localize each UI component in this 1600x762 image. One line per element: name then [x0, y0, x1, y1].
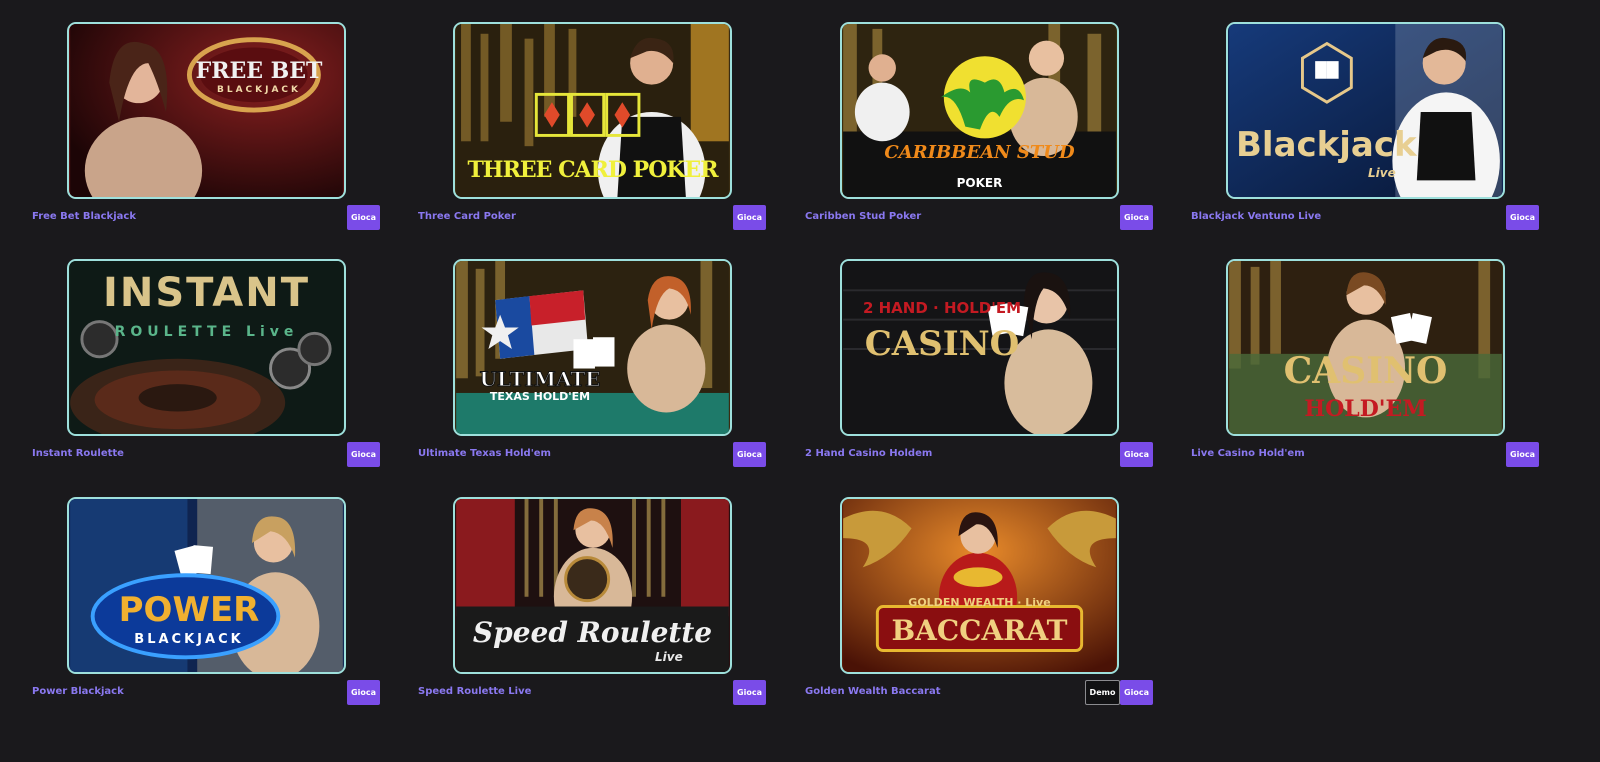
- play-button[interactable]: Gioca: [1120, 205, 1153, 230]
- game-thumbnail[interactable]: CASINO HOLD'EM: [1226, 259, 1505, 436]
- thumbnail-logo-sub: Live: [655, 650, 683, 664]
- game-title[interactable]: Three Card Poker: [418, 211, 516, 222]
- thumbnail-logo-sub: Live: [1368, 166, 1396, 180]
- play-button[interactable]: Gioca: [1120, 442, 1153, 467]
- play-button[interactable]: Gioca: [347, 680, 380, 705]
- thumbnail-logo-sub: 2 HAND · HOLD'EM: [862, 299, 1022, 317]
- thumbnail-logo: INSTANT: [102, 270, 311, 316]
- game-card-live-casino-holdem: CASINO HOLD'EM Live Casino Hold'em Gioca: [1191, 259, 1547, 479]
- thumbnail-art: [1229, 24, 1502, 197]
- game-title[interactable]: Blackjack Ventuno Live: [1191, 211, 1321, 222]
- thumbnail-logo: CASINO: [864, 324, 1020, 364]
- thumbnail-art: [456, 261, 729, 434]
- game-thumbnail[interactable]: ULTIMATE TEXAS HOLD'EM: [453, 259, 732, 436]
- game-title[interactable]: Free Bet Blackjack: [32, 211, 136, 222]
- thumbnail-logo: ULTIMATE: [479, 367, 601, 391]
- game-thumbnail[interactable]: 2 HAND · HOLD'EM CASINO: [840, 259, 1119, 436]
- game-title[interactable]: Instant Roulette: [32, 448, 124, 459]
- thumbnail-logo: CASINO: [1283, 350, 1448, 392]
- play-button[interactable]: Gioca: [1120, 680, 1153, 705]
- game-title[interactable]: Caribben Stud Poker: [805, 211, 921, 222]
- game-title[interactable]: Golden Wealth Baccarat: [805, 686, 941, 697]
- demo-button[interactable]: Demo: [1085, 680, 1120, 705]
- thumbnail-logo-sub: POKER: [956, 176, 1003, 190]
- thumbnail-logo: CARIBBEAN STUD: [884, 142, 1075, 163]
- play-button[interactable]: Gioca: [733, 680, 766, 705]
- thumbnail-logo-sub: GOLDEN WEALTH · Live: [908, 596, 1051, 609]
- game-thumbnail[interactable]: Blackjack Live: [1226, 22, 1505, 199]
- game-title[interactable]: Speed Roulette Live: [418, 686, 531, 697]
- game-card-caribben-stud-poker: CARIBBEAN STUD POKER Caribben Stud Poker…: [805, 22, 1161, 242]
- game-card-golden-wealth-baccarat: GOLDEN WEALTH · Live BACCARAT Golden Wea…: [805, 497, 1161, 717]
- play-button[interactable]: Gioca: [347, 205, 380, 230]
- thumbnail-logo: Speed Roulette: [472, 616, 713, 649]
- play-button[interactable]: Gioca: [1506, 205, 1539, 230]
- thumbnail-logo-sub: HOLD'EM: [1304, 396, 1427, 422]
- game-grid: FREE BET BLACKJACK Free Bet Blackjack Gi…: [0, 0, 1600, 762]
- thumbnail-logo: FREE BET: [195, 58, 323, 84]
- play-button[interactable]: Gioca: [733, 205, 766, 230]
- thumbnail-logo-sub: ROULETTE Live: [114, 324, 299, 340]
- thumbnail-logo: POWER: [118, 590, 260, 630]
- game-card-ultimate-texas-holdem: ULTIMATE TEXAS HOLD'EM Ultimate Texas Ho…: [418, 259, 774, 479]
- game-title[interactable]: Ultimate Texas Hold'em: [418, 448, 551, 459]
- thumbnail-logo-sub: BLACKJACK: [134, 632, 244, 647]
- game-thumbnail[interactable]: GOLDEN WEALTH · Live BACCARAT: [840, 497, 1119, 674]
- thumbnail-logo: THREE CARD POKER: [467, 157, 718, 183]
- thumbnail-logo-sub: TEXAS HOLD'EM: [489, 390, 591, 403]
- game-card-blackjack-ventuno-live: Blackjack Live Blackjack Ventuno Live Gi…: [1191, 22, 1547, 242]
- game-thumbnail[interactable]: INSTANT ROULETTE Live: [67, 259, 346, 436]
- game-title[interactable]: Live Casino Hold'em: [1191, 448, 1305, 459]
- thumbnail-art: [70, 24, 343, 197]
- game-card-2-hand-casino-holdem: 2 HAND · HOLD'EM CASINO 2 Hand Casino Ho…: [805, 259, 1161, 479]
- game-thumbnail[interactable]: FREE BET BLACKJACK: [67, 22, 346, 199]
- play-button[interactable]: Gioca: [347, 442, 380, 467]
- game-thumbnail[interactable]: CARIBBEAN STUD POKER: [840, 22, 1119, 199]
- game-title[interactable]: 2 Hand Casino Holdem: [805, 448, 932, 459]
- play-button[interactable]: Gioca: [1506, 442, 1539, 467]
- play-button[interactable]: Gioca: [733, 442, 766, 467]
- thumbnail-logo: Blackjack: [1236, 125, 1417, 165]
- game-card-three-card-poker: THREE CARD POKER Three Card Poker Gioca: [418, 22, 774, 242]
- thumbnail-art: [843, 24, 1116, 197]
- thumbnail-logo: BACCARAT: [891, 614, 1068, 647]
- game-card-instant-roulette: INSTANT ROULETTE Live Instant Roulette G…: [32, 259, 388, 479]
- game-card-speed-roulette-live: Speed Roulette Live Speed Roulette Live …: [418, 497, 774, 717]
- game-card-free-bet-blackjack: FREE BET BLACKJACK Free Bet Blackjack Gi…: [32, 22, 388, 242]
- game-card-power-blackjack: POWER BLACKJACK Power Blackjack Gioca: [32, 497, 388, 717]
- game-title[interactable]: Power Blackjack: [32, 686, 124, 697]
- game-thumbnail[interactable]: Speed Roulette Live: [453, 497, 732, 674]
- game-thumbnail[interactable]: POWER BLACKJACK: [67, 497, 346, 674]
- thumbnail-logo-sub: BLACKJACK: [216, 85, 302, 95]
- game-thumbnail[interactable]: THREE CARD POKER: [453, 22, 732, 199]
